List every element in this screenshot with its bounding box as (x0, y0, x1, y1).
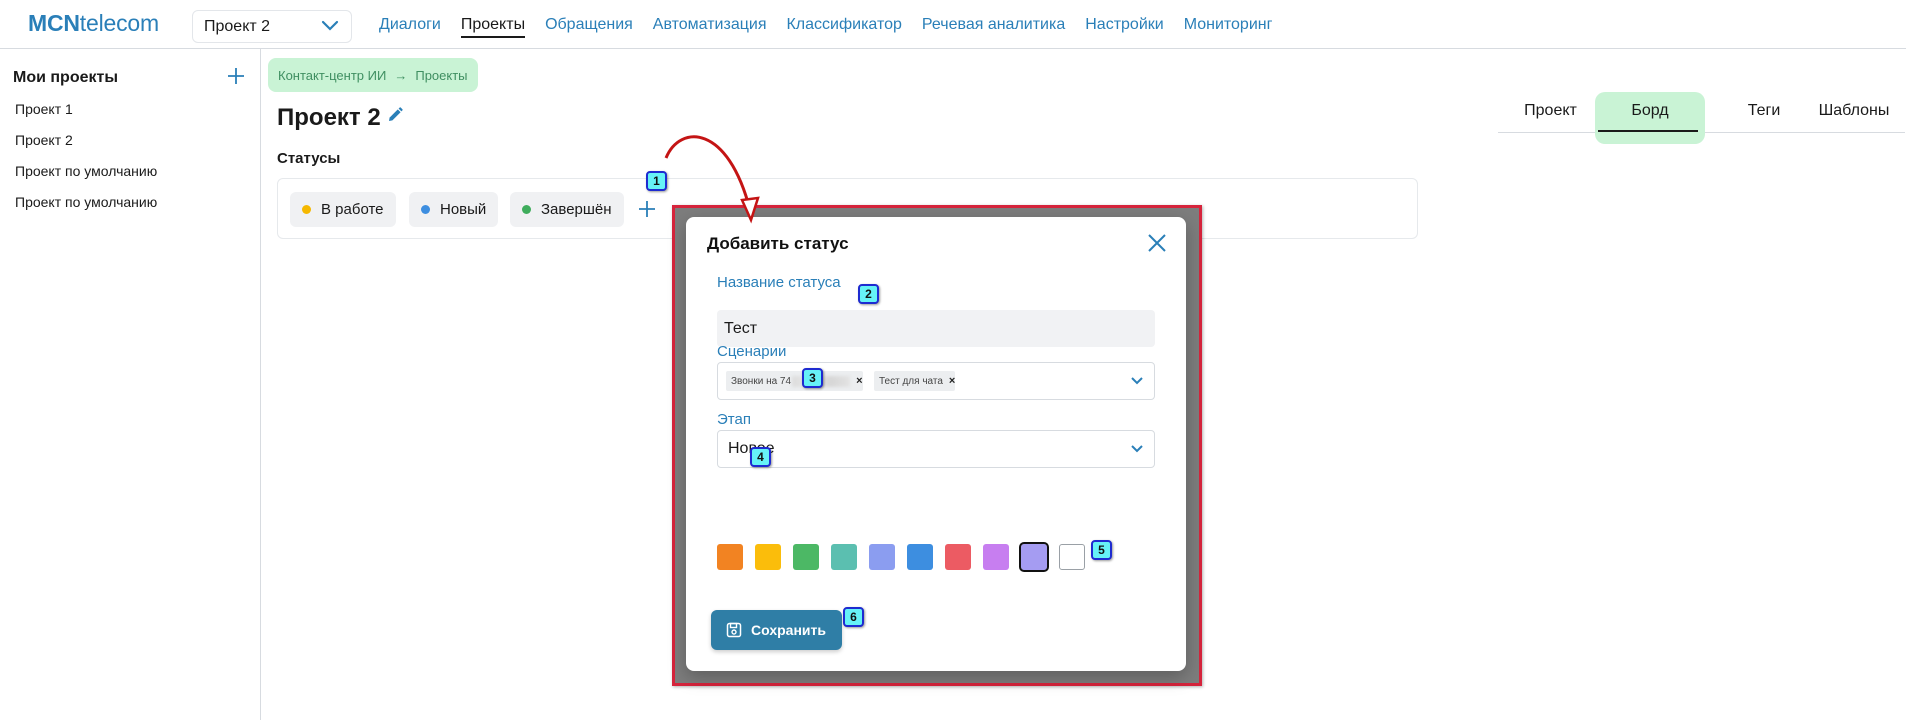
sidebar-item-project-2[interactable]: Проект 2 (15, 132, 157, 163)
breadcrumb: Контакт-центр ИИ → Проекты (268, 58, 478, 92)
nav-automation[interactable]: Автоматизация (653, 16, 767, 38)
sidebar-item-default-project[interactable]: Проект по умолчанию (15, 194, 157, 225)
nav-settings[interactable]: Настройки (1085, 16, 1163, 38)
tab-board-label: Борд (1631, 102, 1669, 119)
nav-requests[interactable]: Обращения (545, 16, 633, 38)
add-status-dialog: Добавить статус Название статуса Сценари… (686, 217, 1186, 671)
remove-tag-icon[interactable]: × (856, 375, 862, 387)
nav-classifier[interactable]: Классификатор (786, 16, 901, 38)
status-chip[interactable]: Завершён (510, 192, 624, 227)
top-bar: MCNtelecom Проект 2 Диалоги Проекты Обра… (0, 0, 1906, 49)
tab-board[interactable]: Борд (1595, 92, 1705, 144)
status-color-dot (421, 205, 430, 214)
stage-select[interactable]: Новое (717, 430, 1155, 468)
callout-badge-5: 5 (1091, 540, 1112, 560)
chevron-down-icon (321, 20, 339, 31)
scenario-tag-label: Звонки на 74 (731, 375, 792, 387)
status-color-dot (522, 205, 531, 214)
brand-logo[interactable]: MCNtelecom (28, 10, 159, 37)
save-icon (726, 622, 742, 638)
tab-templates[interactable]: Шаблоны (1804, 92, 1904, 132)
status-chip-label: Новый (440, 201, 487, 218)
status-color-dot (302, 205, 311, 214)
tab-tags[interactable]: Теги (1724, 92, 1804, 132)
project-list: Проект 1 Проект 2 Проект по умолчанию Пр… (15, 101, 157, 225)
color-swatch-yellow[interactable] (755, 544, 781, 570)
scenario-tag: Тест для чата × (874, 371, 956, 391)
color-swatch-blue[interactable] (907, 544, 933, 570)
save-button[interactable]: Сохранить (711, 610, 842, 650)
callout-arrow (664, 135, 760, 224)
pencil-icon[interactable] (386, 106, 404, 124)
chevron-down-icon (1131, 377, 1143, 385)
scenarios-label: Сценарии (717, 343, 787, 360)
project-select-value: Проект 2 (204, 17, 271, 35)
sidebar: Мои проекты Проект 1 Проект 2 Проект по … (0, 49, 261, 720)
color-swatch-periwinkle[interactable] (869, 544, 895, 570)
nav-dialogs[interactable]: Диалоги (379, 16, 441, 38)
sidebar-item-project-1[interactable]: Проект 1 (15, 101, 157, 132)
callout-badge-3: 3 (802, 368, 823, 388)
callout-badge-4: 4 (750, 447, 771, 467)
sidebar-title: Мои проекты (13, 69, 118, 86)
scenarios-multiselect[interactable]: Звонки на 74 × Тест для чата × (717, 362, 1155, 400)
project-select[interactable]: Проект 2 (192, 10, 352, 43)
main-nav: Диалоги Проекты Обращения Автоматизация … (379, 16, 1292, 38)
scenario-tag: Звонки на 74 × (726, 371, 863, 391)
color-swatch-lavender-selected[interactable] (1019, 542, 1049, 572)
status-chip[interactable]: В работе (290, 192, 396, 227)
status-name-input[interactable] (717, 310, 1155, 347)
add-project-icon[interactable] (226, 66, 246, 86)
active-tab-underline (1598, 130, 1698, 132)
callout-badge-1: 1 (646, 171, 667, 191)
status-name-label: Название статуса (717, 274, 841, 291)
stage-label: Этап (717, 411, 751, 428)
tab-project[interactable]: Проект (1498, 92, 1603, 132)
status-chip-label: В работе (321, 201, 384, 218)
statuses-heading: Статусы (277, 150, 341, 167)
breadcrumb-projects[interactable]: Проекты (415, 68, 467, 83)
status-chip[interactable]: Новый (409, 192, 499, 227)
close-icon[interactable] (1147, 233, 1167, 253)
remove-tag-icon[interactable]: × (949, 375, 955, 387)
page-title: Проект 2 (277, 104, 381, 131)
callout-badge-2: 2 (858, 284, 879, 304)
nav-projects[interactable]: Проекты (460, 16, 526, 38)
chevron-down-icon (1131, 445, 1143, 453)
nav-monitoring[interactable]: Мониторинг (1184, 16, 1273, 38)
scenario-tag-label: Тест для чата (879, 375, 943, 387)
sidebar-item-default-project[interactable]: Проект по умолчанию (15, 163, 157, 194)
color-swatch-teal[interactable] (831, 544, 857, 570)
color-swatch-white[interactable] (1059, 544, 1085, 570)
project-tabs: Проект Борд Теги Шаблоны (1498, 92, 1905, 144)
nav-speech-analytics[interactable]: Речевая аналитика (922, 16, 1065, 38)
status-chip-label: Завершён (541, 201, 612, 218)
breadcrumb-arrow-icon: → (394, 67, 408, 83)
breadcrumb-contact-center[interactable]: Контакт-центр ИИ (278, 68, 386, 83)
dialog-title: Добавить статус (707, 234, 849, 253)
color-swatch-red[interactable] (945, 544, 971, 570)
color-swatch-orange[interactable] (717, 544, 743, 570)
save-button-label: Сохранить (751, 622, 826, 638)
callout-badge-6: 6 (843, 607, 864, 627)
color-swatch-green[interactable] (793, 544, 819, 570)
color-swatch-purple[interactable] (983, 544, 1009, 570)
